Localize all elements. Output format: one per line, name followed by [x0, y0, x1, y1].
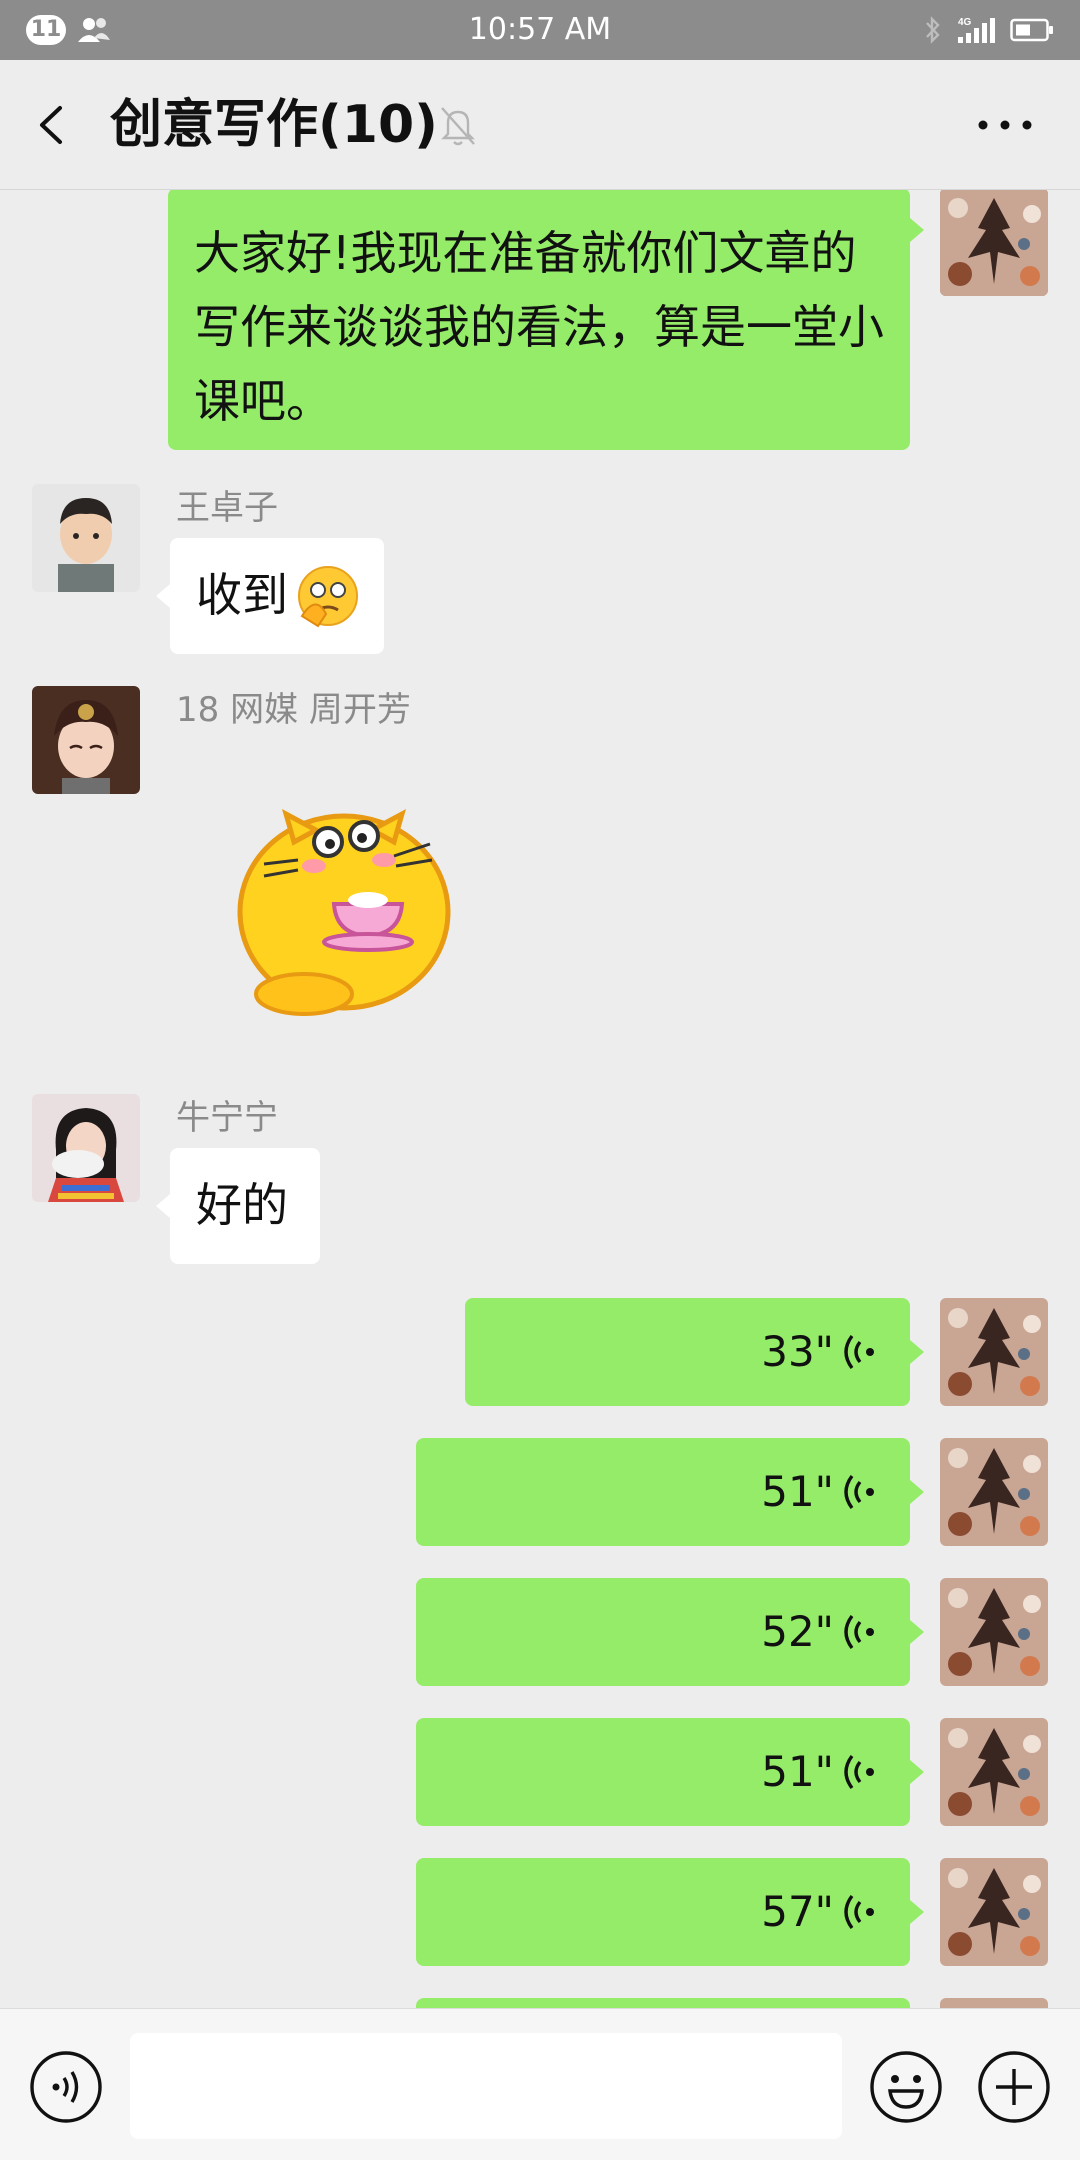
my-avatar[interactable]	[940, 1998, 1048, 2008]
bubble-tail	[910, 1480, 924, 1504]
voice-wave-icon	[844, 1754, 874, 1790]
leaf-collage-avatar-icon	[940, 1298, 1048, 1406]
girl-photo-avatar-icon	[32, 1094, 140, 1202]
voice-duration: 57"	[761, 1887, 834, 1936]
bluetooth-icon	[926, 16, 940, 44]
bubble-tail	[156, 1194, 170, 1218]
my-avatar[interactable]	[940, 1858, 1048, 1966]
mute-bell-icon	[441, 107, 475, 146]
voice-wave-icon	[844, 1894, 874, 1930]
voice-message[interactable]: 52"	[416, 1578, 910, 1686]
more-dots-icon[interactable]	[975, 110, 1035, 140]
sender-avatar[interactable]	[32, 1094, 140, 1202]
add-icon[interactable]	[976, 2049, 1052, 2125]
message-text: 好的	[196, 1178, 288, 1232]
my-avatar[interactable]	[940, 1438, 1048, 1546]
back-chevron-icon[interactable]	[30, 100, 80, 150]
message-text: 大家好!我现在准备就你们文章的写作来谈谈我的看法，算是一堂小课吧。	[194, 226, 884, 428]
voice-duration: 52"	[761, 1607, 834, 1656]
leaf-collage-avatar-icon	[940, 1578, 1048, 1686]
voice-message-partial[interactable]	[416, 1998, 910, 2008]
voice-message[interactable]: 57"	[416, 1858, 910, 1966]
sender-name: 18 网媒 周开芳	[176, 690, 411, 730]
chat-screen: 11 10:57 AM 4G 创意写作(10) 大家好!我现在准备就你们文章的写…	[0, 0, 1080, 2160]
input-bar	[0, 2008, 1080, 2160]
bubble-tail	[910, 1340, 924, 1364]
leaf-collage-avatar-icon	[940, 190, 1048, 296]
status-bar: 11 10:57 AM 4G	[0, 0, 1080, 60]
signal-icon: 4G	[958, 17, 995, 43]
voice-duration: 51"	[761, 1747, 834, 1796]
sender-avatar[interactable]	[32, 484, 140, 592]
bubble-tail	[910, 1620, 924, 1644]
leaf-collage-avatar-icon	[940, 1718, 1048, 1826]
bubble-tail	[910, 1760, 924, 1784]
sender-name: 王卓子	[176, 488, 278, 528]
chat-header: 创意写作(10)	[0, 60, 1080, 190]
voice-message[interactable]: 51"	[416, 1718, 910, 1826]
thinking-emoji-icon	[298, 566, 358, 628]
voice-input-icon[interactable]	[28, 2049, 104, 2125]
cat-drinking-tea-sticker[interactable]	[224, 794, 464, 1024]
bubble-tail	[910, 1900, 924, 1924]
bubble-tail	[910, 218, 924, 242]
network-type: 4G	[958, 17, 972, 28]
battery-icon	[1010, 18, 1053, 42]
my-avatar[interactable]	[940, 1578, 1048, 1686]
emoji-icon[interactable]	[868, 2049, 944, 2125]
boy-photo-avatar-icon	[32, 484, 140, 592]
voice-duration: 33"	[761, 1327, 834, 1376]
message-text: 收到	[196, 568, 288, 622]
bubble-tail	[156, 584, 170, 608]
my-text-message[interactable]: 大家好!我现在准备就你们文章的写作来谈谈我的看法，算是一堂小课吧。	[168, 190, 910, 450]
voice-message[interactable]: 51"	[416, 1438, 910, 1546]
chat-title: 创意写作(10)	[110, 95, 438, 155]
sender-avatar[interactable]	[32, 686, 140, 794]
sender-name: 牛宁宁	[176, 1098, 278, 1138]
my-avatar[interactable]	[940, 1298, 1048, 1406]
my-avatar[interactable]	[940, 1718, 1048, 1826]
message-input[interactable]	[130, 2033, 842, 2139]
message-list[interactable]: 大家好!我现在准备就你们文章的写作来谈谈我的看法，算是一堂小课吧。 王卓子 收到…	[0, 190, 1080, 2008]
voice-wave-icon	[844, 1474, 874, 1510]
voice-wave-icon	[844, 1334, 874, 1370]
status-icons: 4G	[924, 14, 1054, 46]
leaf-collage-avatar-icon	[940, 1438, 1048, 1546]
leaf-collage-avatar-icon	[940, 1858, 1048, 1966]
text-message[interactable]: 好的	[170, 1148, 320, 1264]
voice-message[interactable]: 33"	[465, 1298, 910, 1406]
voice-duration: 51"	[761, 1467, 834, 1516]
voice-wave-icon	[844, 1614, 874, 1650]
my-avatar[interactable]	[940, 190, 1048, 296]
text-message[interactable]: 收到	[170, 538, 384, 654]
cartoon-face-avatar-icon	[32, 686, 140, 794]
status-time: 10:57 AM	[468, 12, 612, 47]
